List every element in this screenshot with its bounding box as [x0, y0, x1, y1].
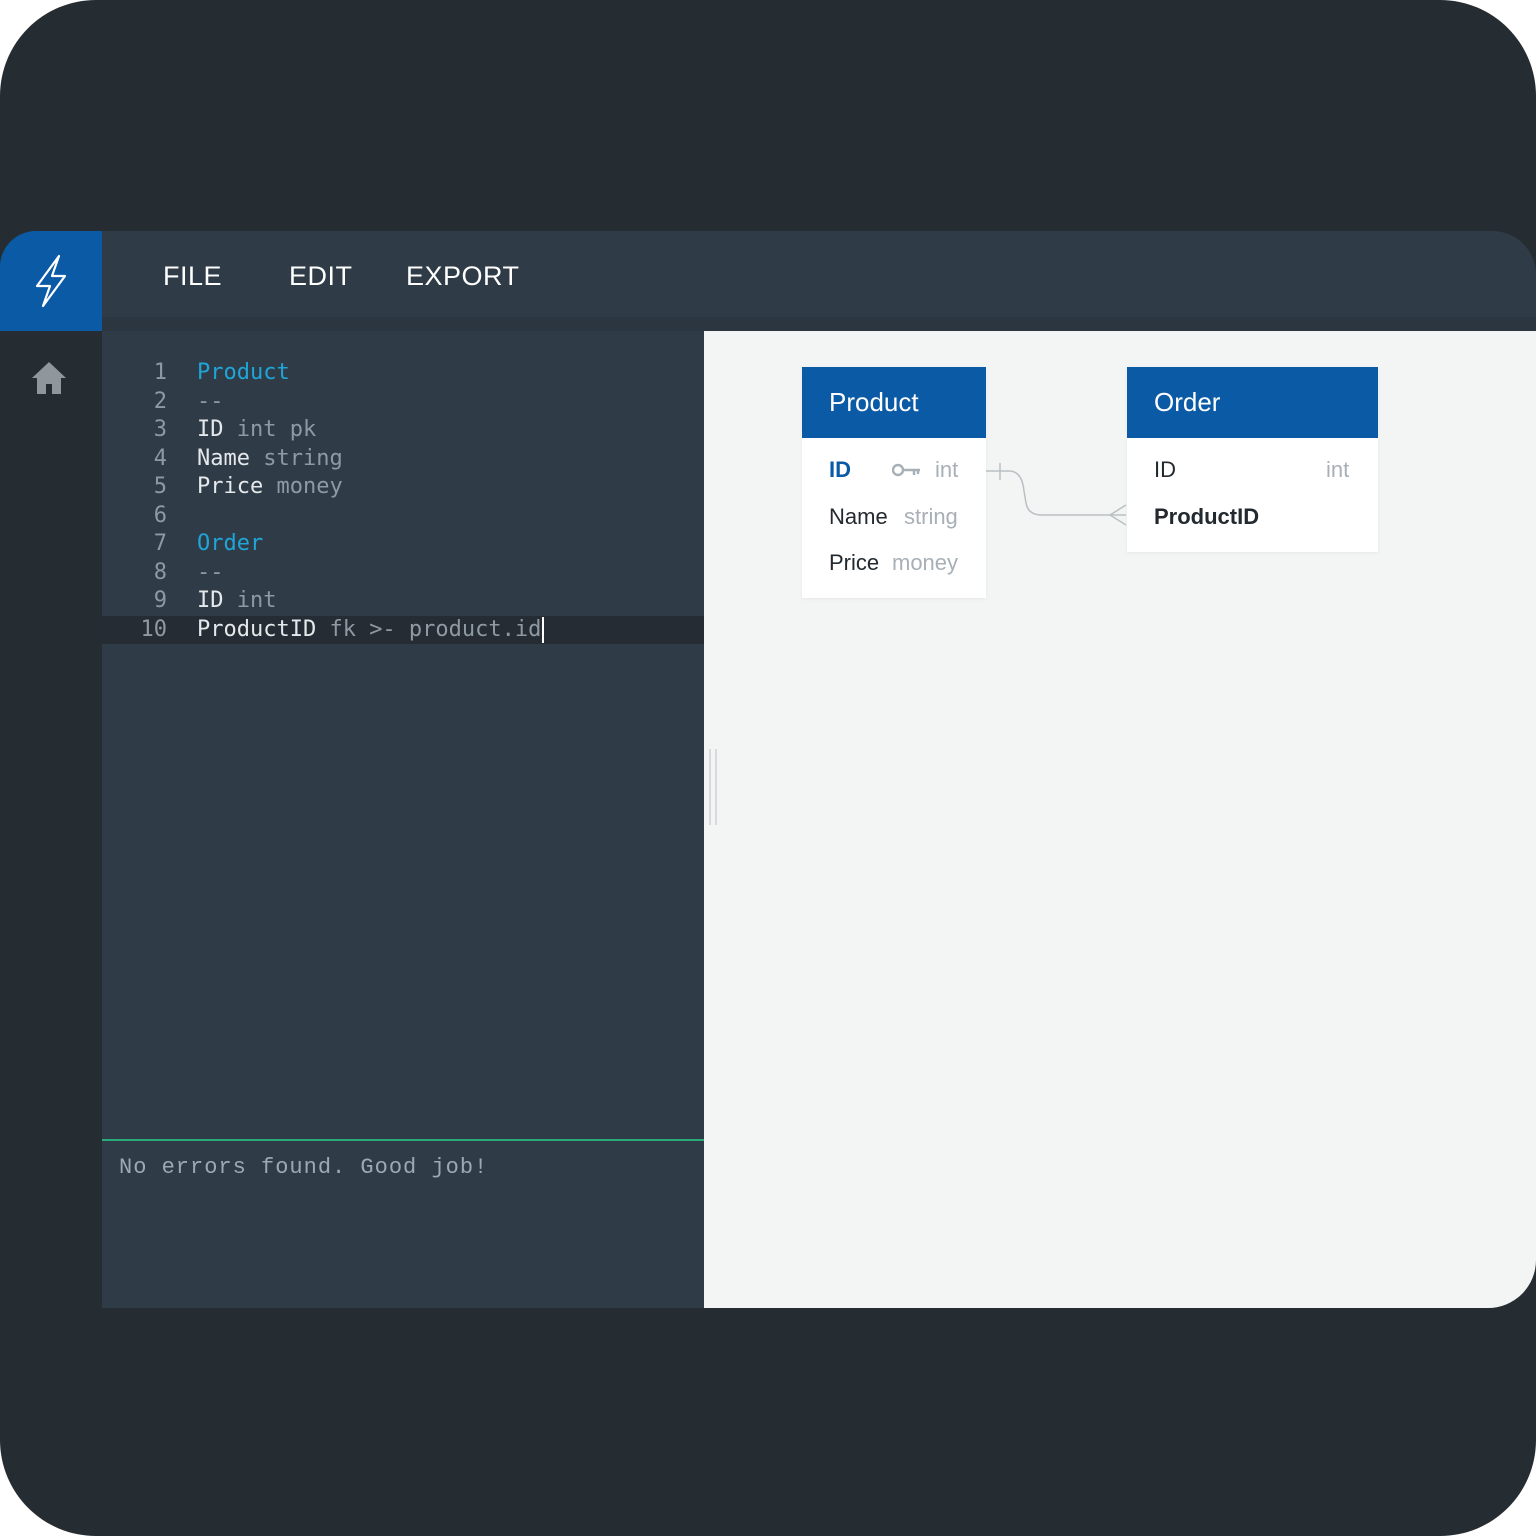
code-line[interactable]: 9 ID int	[102, 587, 704, 615]
code-text: Product	[197, 359, 290, 387]
entity-product[interactable]: Product ID int Name string Price money	[802, 367, 986, 598]
field-row: Name string	[802, 497, 986, 537]
device-frame: FILE EDIT EXPORT 1 Product 2 -- 3 ID int pk 4 N…	[0, 0, 1536, 1536]
field-name: Price	[829, 550, 880, 575]
line-number: 1	[153, 360, 167, 385]
line-number: 10	[140, 617, 168, 642]
code-token: string	[263, 446, 343, 471]
code-token: --	[197, 389, 224, 414]
field-name: Name	[829, 504, 888, 529]
code-token: Order	[197, 531, 264, 556]
app-window: FILE EDIT EXPORT 1 Product 2 -- 3 ID int pk 4 N…	[0, 231, 1536, 1308]
menu-bar: FILE EDIT EXPORT	[102, 231, 1536, 317]
menu-edit[interactable]: EDIT	[289, 261, 353, 292]
line-number: 5	[153, 474, 167, 499]
code-text: Name string	[197, 445, 343, 473]
lightning-bolt-icon	[35, 254, 67, 308]
line-number: 4	[153, 446, 167, 471]
code-token: --	[197, 560, 224, 585]
field-type: int	[935, 457, 959, 482]
pane-splitter[interactable]	[709, 749, 717, 825]
line-number: 3	[153, 417, 167, 442]
code-editor[interactable]: 1 Product 2 -- 3 ID int pk 4 Name string 5 Price …	[102, 331, 704, 1141]
line-number: 2	[153, 389, 167, 414]
field-type: string	[904, 504, 958, 529]
diagram-canvas[interactable]: Product ID int Name string Price money O…	[704, 331, 1536, 1308]
code-text: ID int	[197, 587, 277, 615]
line-number: 6	[153, 503, 167, 528]
app-logo[interactable]	[0, 231, 102, 331]
code-line[interactable]: 8 --	[102, 559, 704, 587]
code-line[interactable]: 10 ProductID fk >- product.id	[102, 616, 704, 644]
text-cursor	[542, 617, 545, 643]
field-row: ID int	[1127, 450, 1378, 490]
code-token: ID	[197, 588, 237, 613]
code-line[interactable]: 2 --	[102, 388, 704, 416]
code-token: Name	[197, 446, 264, 471]
menu-export[interactable]: EXPORT	[406, 261, 520, 292]
status-panel: No errors found. Good job!	[102, 1141, 704, 1308]
code-text: ID int pk	[197, 416, 316, 444]
code-line[interactable]: 5 Price money	[102, 473, 704, 501]
key-icon	[892, 463, 920, 477]
field-row: ProductID	[1127, 497, 1378, 537]
line-number: 7	[153, 531, 167, 556]
code-token: int pk	[236, 417, 317, 442]
code-text: ProductID fk >- product.id	[197, 616, 545, 644]
menu-file[interactable]: FILE	[163, 261, 222, 292]
code-line[interactable]: 7 Order	[102, 530, 704, 558]
code-line[interactable]: 4 Name string	[102, 445, 704, 473]
line-number: 8	[153, 560, 167, 585]
menu-divider	[102, 317, 1536, 331]
entity-title: Order	[1127, 367, 1378, 438]
field-name: ID	[829, 457, 851, 482]
entity-order[interactable]: Order ID int ProductID	[1127, 367, 1378, 552]
field-row: Price money	[802, 543, 986, 583]
code-text: --	[197, 559, 224, 587]
field-name: ProductID	[1154, 504, 1260, 529]
code-token: ID	[197, 417, 237, 442]
field-name: ID	[1154, 457, 1176, 482]
entity-title: Product	[802, 367, 986, 438]
code-token: fk >- product.id	[329, 617, 542, 642]
field-type: money	[892, 550, 959, 575]
field-row: ID int	[802, 450, 986, 490]
code-token: int	[236, 588, 277, 613]
field-type: int	[1326, 457, 1350, 482]
code-token: Product	[197, 360, 290, 385]
code-text: --	[197, 388, 224, 416]
code-line[interactable]: 6	[102, 502, 704, 530]
code-line[interactable]: 3 ID int pk	[102, 416, 704, 444]
line-number: 9	[153, 588, 167, 613]
status-message: No errors found. Good job!	[119, 1155, 489, 1180]
code-text: Order	[197, 530, 263, 558]
code-line[interactable]: 1 Product	[102, 359, 704, 387]
code-text: Price money	[197, 473, 343, 501]
code-token: money	[276, 474, 343, 499]
home-icon[interactable]	[31, 361, 67, 395]
left-sidebar	[0, 331, 102, 1308]
code-token: ProductID	[197, 617, 330, 642]
code-token: Price	[197, 474, 277, 499]
